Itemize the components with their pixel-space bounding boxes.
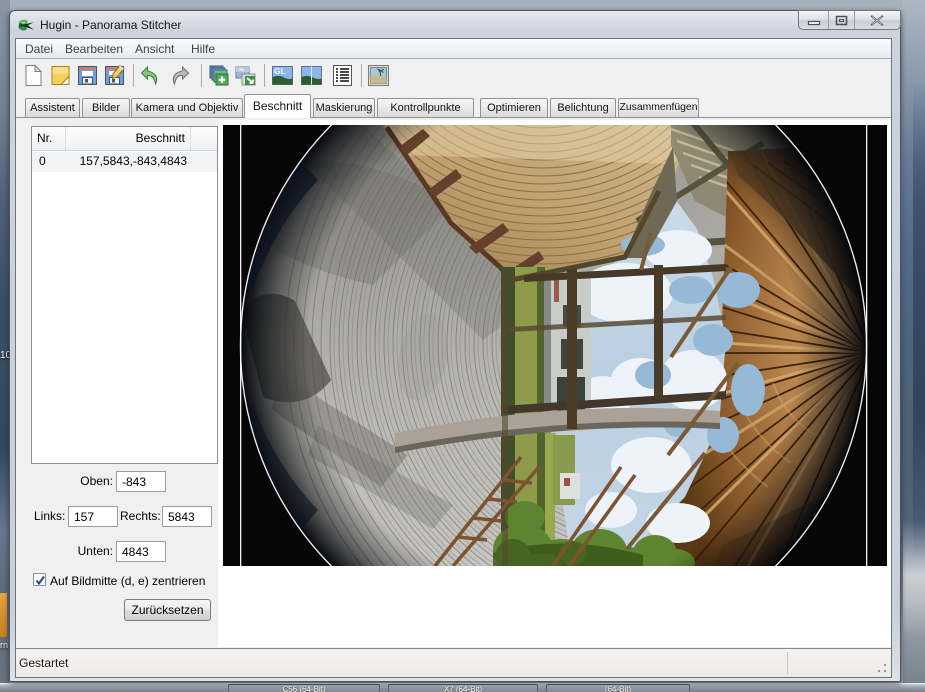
svg-text:GL: GL [274, 66, 286, 76]
